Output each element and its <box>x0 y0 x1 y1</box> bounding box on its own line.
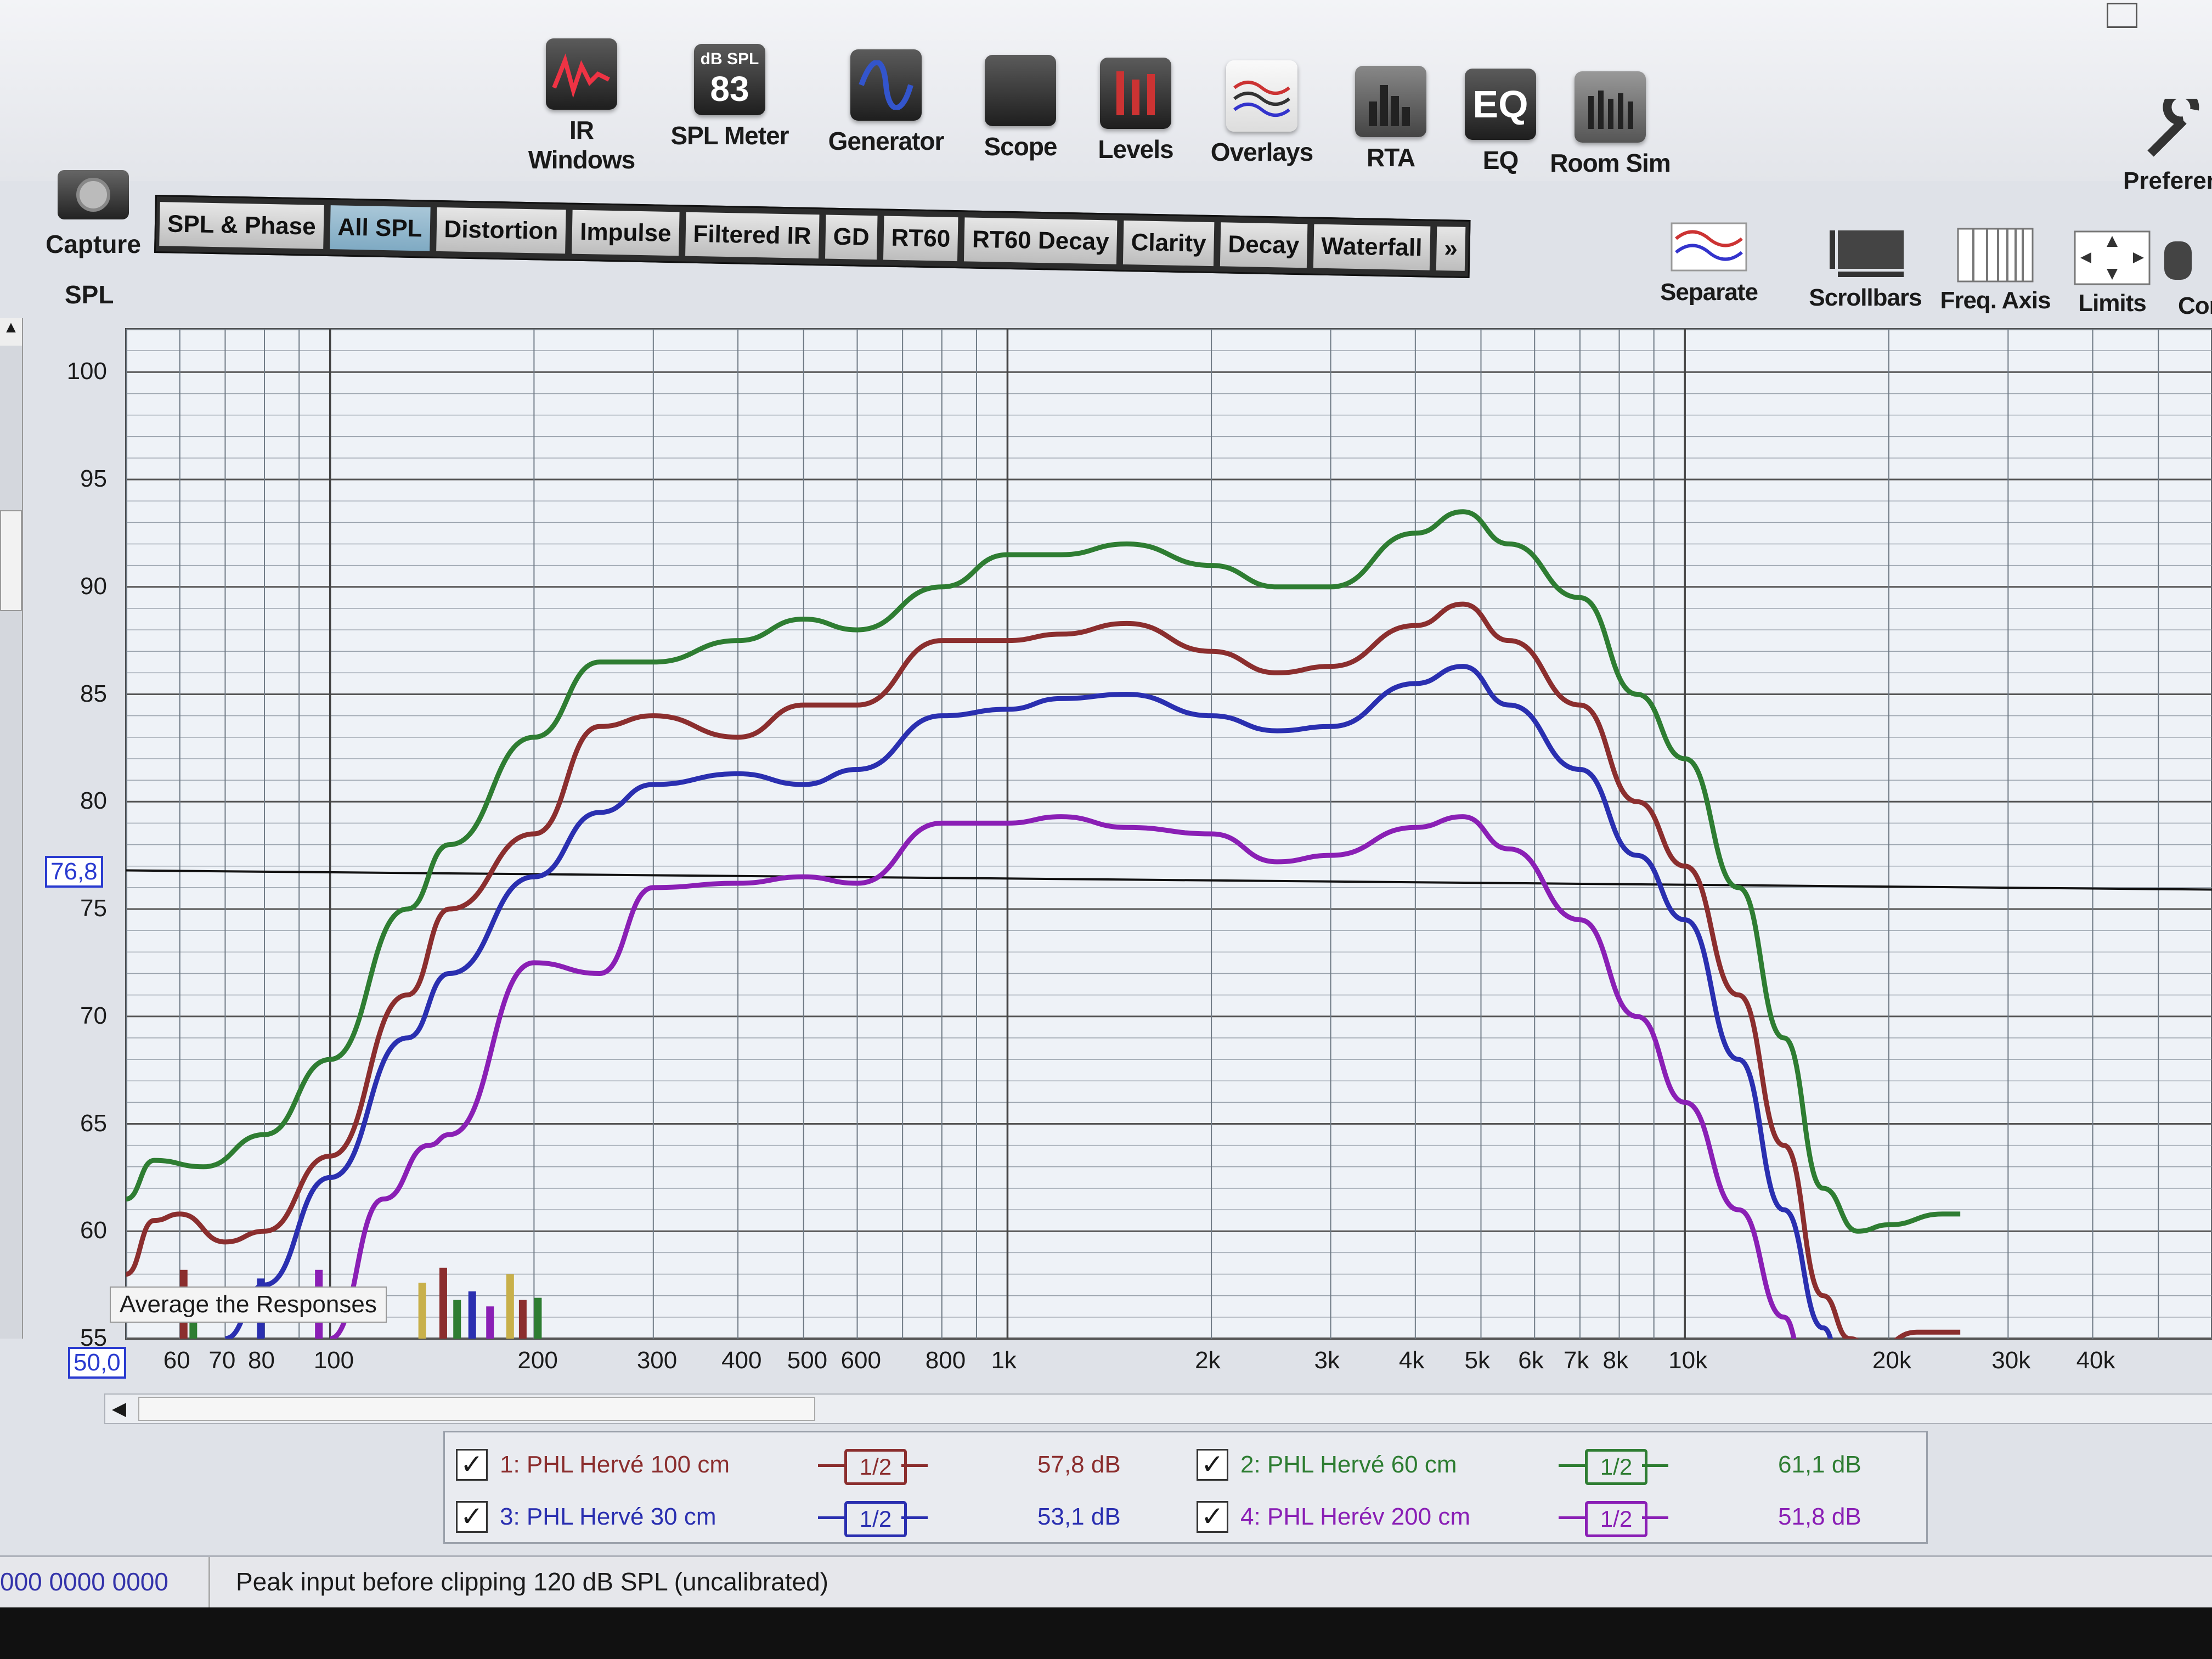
measurement-name: 1: PHL Hervé 100 cm <box>500 1451 730 1478</box>
average-bar <box>453 1300 461 1339</box>
measurement-checkbox[interactable]: ✓ <box>1197 1449 1228 1481</box>
measurement-checkbox[interactable]: ✓ <box>456 1501 488 1533</box>
spl-graph[interactable] <box>0 0 2212 1393</box>
cursor-y-readout[interactable]: 76,8 <box>45 856 103 888</box>
measurement-legend: ✓ 1: PHL Hervé 100 cm 1/2 57,8 dB ✓ 2: PHL He… <box>443 1431 1928 1544</box>
legend-row-4: ✓ 4: PHL Herév 200 cm 1/2 51,8 dB <box>1197 1501 1910 1539</box>
average-responses-tooltip: Average the Responses <box>110 1286 387 1323</box>
status-counters: 000 0000 0000 <box>0 1567 168 1596</box>
measurement-name: 3: PHL Hervé 30 cm <box>500 1503 716 1530</box>
measurement-checkbox[interactable]: ✓ <box>1197 1501 1228 1533</box>
average-bar <box>518 1300 527 1339</box>
average-bar <box>418 1283 426 1339</box>
scroll-left-icon[interactable]: ◀ <box>105 1395 133 1423</box>
status-message: Peak input before clipping 120 dB SPL (u… <box>236 1567 828 1596</box>
measurement-name: 2: PHL Hervé 60 cm <box>1240 1451 1457 1478</box>
smoothing-value: 1/2 <box>844 1501 907 1537</box>
smoothing-selector[interactable]: 1/2 <box>1559 1501 1668 1537</box>
monitor-bezel <box>0 1607 2212 1659</box>
measurement-level: 53,1 dB <box>1037 1503 1121 1530</box>
plot-area <box>125 328 2212 1340</box>
legend-row-2: ✓ 2: PHL Hervé 60 cm 1/2 61,1 dB <box>1197 1449 1910 1487</box>
horizontal-scrollbar[interactable]: ◀ <box>104 1393 2212 1424</box>
average-bar <box>506 1274 514 1339</box>
smoothing-selector[interactable]: 1/2 <box>1559 1449 1668 1485</box>
cursor-x-readout[interactable]: 50,0 <box>68 1347 126 1379</box>
average-bar <box>468 1291 476 1339</box>
measurement-level: 57,8 dB <box>1037 1451 1121 1478</box>
measurement-name: 4: PHL Herév 200 cm <box>1240 1503 1470 1530</box>
smoothing-value: 1/2 <box>1585 1449 1647 1485</box>
smoothing-value: 1/2 <box>844 1449 907 1485</box>
status-bar: 000 0000 0000 Peak input before clipping… <box>0 1555 2212 1609</box>
legend-row-3: ✓ 3: PHL Hervé 30 cm 1/2 53,1 dB <box>456 1501 1169 1539</box>
measurement-level: 51,8 dB <box>1778 1503 1861 1530</box>
average-bar <box>534 1297 542 1339</box>
legend-row-1: ✓ 1: PHL Hervé 100 cm 1/2 57,8 dB <box>456 1449 1169 1487</box>
smoothing-selector[interactable]: 1/2 <box>818 1449 928 1485</box>
status-divider <box>208 1557 210 1609</box>
smoothing-value: 1/2 <box>1585 1501 1647 1537</box>
average-bar <box>439 1267 447 1339</box>
measurement-checkbox[interactable]: ✓ <box>456 1449 488 1481</box>
measurement-level: 61,1 dB <box>1778 1451 1861 1478</box>
average-bar <box>486 1306 494 1339</box>
smoothing-selector[interactable]: 1/2 <box>818 1501 928 1537</box>
horizontal-scroll-thumb[interactable] <box>138 1397 815 1421</box>
